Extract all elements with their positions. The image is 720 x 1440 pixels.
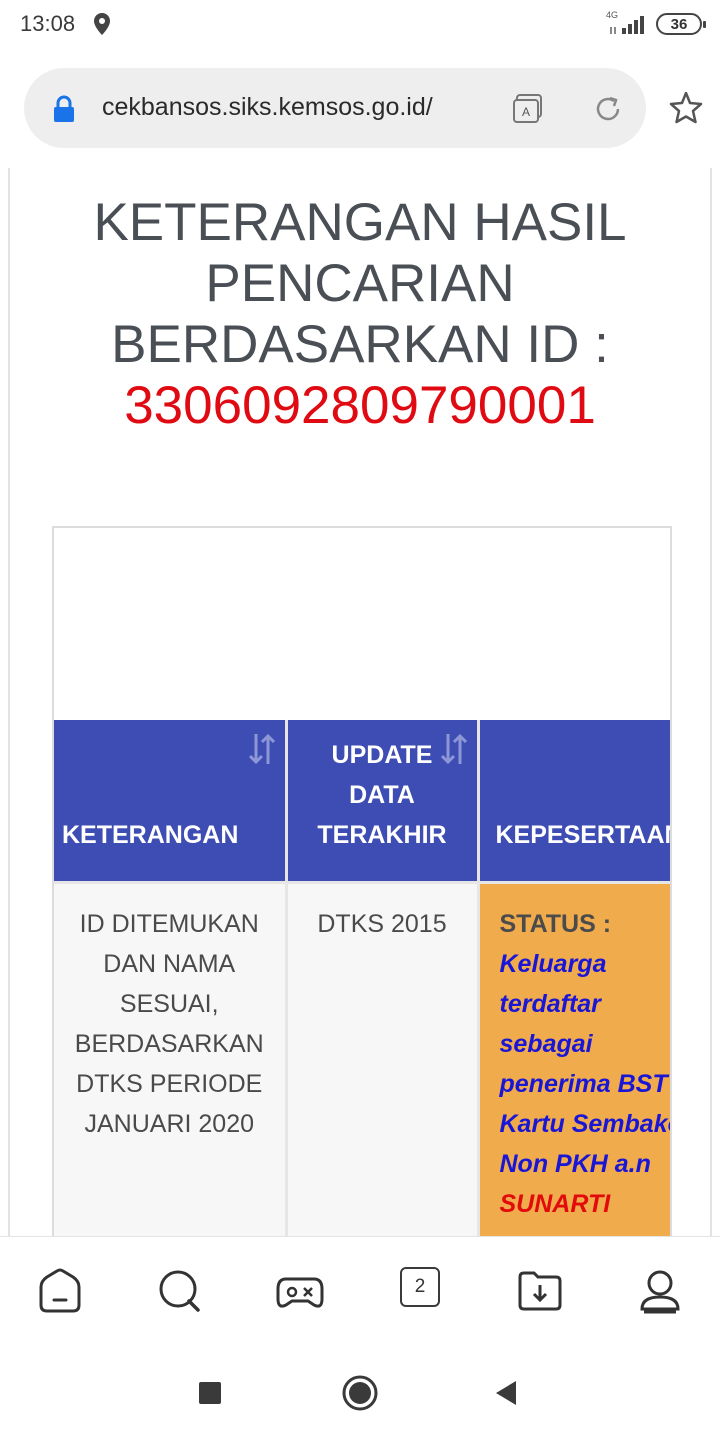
browser-bottom-nav: 2 [0,1236,720,1346]
status-indicators: 4G 36 [606,10,706,36]
url-text[interactable]: cekbansos.siks.kemsos.go.id/ [102,93,494,122]
back-triangle-icon[interactable] [494,1380,518,1406]
location-icon [94,13,110,35]
results-table-container[interactable]: KETERANGAN UPDATE DATA TERAKHIR KEPESERT… [52,526,672,1236]
keterangan-line: DTKS PERIODE [76,1069,263,1098]
reload-icon[interactable] [592,93,624,125]
tabs-button[interactable]: 2 [400,1267,448,1315]
status-line: Kartu Sembako [499,1109,672,1138]
page-content: KETERANGAN HASIL PENCARIAN BERDASARKAN I… [8,168,712,1236]
signal-icon: 4G [606,10,648,35]
keterangan-line: BERDASARKAN [74,1029,264,1058]
header-update-line-2: DATA [349,780,415,809]
status-line: sebagai [499,1029,593,1058]
status-line: penerima BST [499,1069,668,1098]
results-table: KETERANGAN UPDATE DATA TERAKHIR KEPESERT… [54,720,672,1236]
home-circle-icon[interactable] [341,1374,379,1412]
status-bar: 13:08 4G 36 [0,0,720,50]
sort-icon[interactable] [439,730,469,768]
profile-icon[interactable] [636,1267,684,1315]
address-bar[interactable]: cekbansos.siks.kemsos.go.id/ A [24,68,646,148]
downloads-folder-icon[interactable] [516,1267,564,1315]
header-kepesertaan-label: KEPESERTAAN [495,820,672,849]
header-update-line-3: TERAKHIR [317,820,447,849]
title-line-1: KETERANGAN HASIL [93,193,627,252]
page-title: KETERANGAN HASIL PENCARIAN BERDASARKAN I… [10,192,710,436]
system-nav-bar [0,1346,720,1440]
game-controller-icon[interactable] [276,1267,324,1315]
search-icon[interactable] [156,1267,204,1315]
svg-text:A: A [522,105,530,119]
header-kepesertaan[interactable]: KEPESERTAAN [478,720,672,882]
recents-square-icon[interactable] [198,1381,222,1405]
title-line-2: PENCARIAN [205,254,515,313]
home-icon[interactable] [36,1267,84,1315]
header-keterangan-label: KETERANGAN [62,820,239,849]
battery-level: 36 [670,15,688,33]
header-keterangan[interactable]: KETERANGAN [54,720,288,882]
table-row: ID DITEMUKAN DAN NAMA SESUAI, BERDASARKA… [54,880,672,1236]
title-line-3: BERDASARKAN ID : [111,315,609,374]
cell-update: DTKS 2015 [286,880,480,1236]
keterangan-line: ID DITEMUKAN [79,909,259,938]
keterangan-line: DAN NAMA [103,949,236,978]
table-header-row: KETERANGAN UPDATE DATA TERAKHIR KEPESERT… [54,720,672,882]
update-value: DTKS 2015 [317,909,447,938]
status-line: Keluarga [499,949,607,978]
status-line: terdaftar [499,989,601,1018]
tab-count: 2 [400,1267,440,1307]
status-time: 13:08 [20,11,76,36]
battery-indicator: 36 [656,13,706,35]
cell-keterangan: ID DITEMUKAN DAN NAMA SESUAI, BERDASARKA… [54,880,288,1236]
network-type: 4G [606,10,619,20]
search-id: 3306092809790001 [124,376,596,435]
header-update[interactable]: UPDATE DATA TERAKHIR [286,720,480,882]
status-line: Non PKH a.n [499,1149,651,1178]
lock-icon [54,95,74,122]
cell-kepesertaan: STATUS : Keluarga terdaftar sebagai pene… [478,880,672,1236]
status-label: STATUS : [499,909,612,938]
bookmark-star-icon[interactable] [668,90,704,126]
translate-icon[interactable]: A [512,94,544,124]
sort-icon[interactable] [247,730,277,768]
recipient-name: SUNARTI [499,1189,611,1218]
keterangan-line: SESUAI, [119,989,219,1018]
keterangan-line: JANUARI 2020 [84,1109,255,1138]
